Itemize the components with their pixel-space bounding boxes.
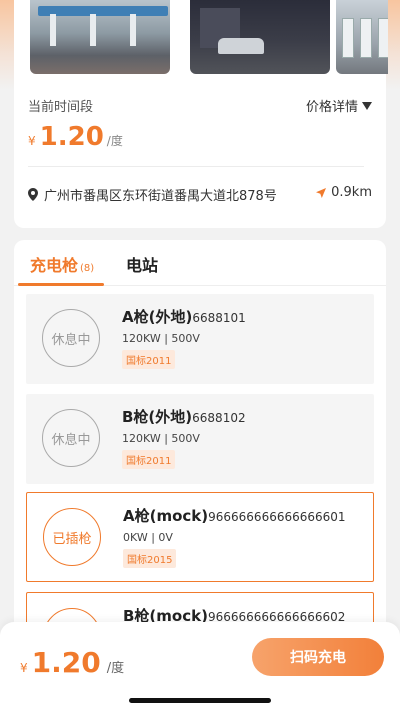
charger-standard-badge: 国标2011 [122, 450, 176, 469]
charger-code: 966666666666666601 [208, 510, 346, 524]
station-photos [30, 0, 388, 74]
tab-station[interactable]: 电站 [126, 252, 158, 276]
charger-standard-badge: 国标2015 [123, 549, 177, 568]
charger-spec: 0KW | 0V [123, 531, 173, 544]
bottom-price-currency: ¥ [20, 661, 28, 675]
distance-text: 0.9km [331, 185, 372, 200]
charger-item[interactable]: 休息中 B枪(外地)6688102 120KW | 500V 国标2011 [26, 394, 374, 484]
charger-code: 6688102 [192, 411, 246, 425]
address-text: 广州市番禺区东环街道番禺大道北878号 [44, 189, 277, 204]
bottom-price-unit: /度 [106, 661, 125, 676]
scan-charge-button[interactable]: 扫码充电 [252, 638, 384, 676]
tab-chargers-label: 充电枪 [30, 256, 79, 275]
location-pin-icon [28, 188, 38, 201]
station-address[interactable]: 广州市番禺区东环街道番禺大道北878号 [28, 185, 277, 204]
charger-standard-badge: 国标2011 [122, 350, 176, 369]
charger-name-text: A枪(外地) [122, 308, 193, 326]
charger-spec: 120KW | 500V [122, 432, 200, 445]
tab-chargers[interactable]: 充电枪 (8) [30, 252, 94, 276]
navigation-arrow-icon [316, 187, 327, 198]
price-detail-label: 价格详情 [305, 100, 358, 115]
charger-name: B枪(外地)6688102 [122, 406, 246, 427]
bottom-action-bar: ¥ 1.20 /度 扫码充电 [0, 622, 400, 710]
charger-status: 休息中 [42, 309, 100, 367]
bottom-price: ¥ 1.20 /度 [20, 646, 124, 679]
price-value: 1.20 [39, 122, 104, 152]
charger-status: 休息中 [42, 409, 100, 467]
bottom-price-value: 1.20 [31, 646, 101, 679]
charger-item[interactable]: 休息中 A枪(外地)6688101 120KW | 500V 国标2011 [26, 294, 374, 384]
home-indicator[interactable] [129, 698, 271, 703]
price-unit: /度 [106, 134, 123, 148]
caret-down-icon [362, 101, 372, 110]
divider [28, 166, 364, 167]
charger-spec: 120KW | 500V [122, 332, 200, 345]
charger-name: A枪(mock)966666666666666601 [123, 505, 346, 526]
current-period-label: 当前时间段 [28, 100, 94, 115]
station-photo-1[interactable] [30, 0, 170, 74]
station-photo-3[interactable] [336, 0, 388, 74]
charger-name-text: B枪(外地) [122, 408, 193, 426]
price-currency: ¥ [28, 134, 36, 148]
navigate-distance[interactable]: 0.9km [316, 185, 372, 200]
charger-item[interactable]: 已插枪 A枪(mock)966666666666666601 0KW | 0V … [26, 492, 374, 582]
tab-chargers-count: (8) [80, 263, 95, 274]
station-photo-2[interactable] [190, 0, 330, 74]
charger-name-text: A枪(mock) [123, 507, 209, 525]
charger-name: A枪(外地)6688101 [122, 306, 246, 327]
charger-code: 6688101 [192, 311, 246, 325]
price-detail-toggle[interactable]: 价格详情 [306, 96, 372, 115]
active-tab-indicator [18, 283, 104, 286]
tab-bar: 充电枪 (8) 电站 [14, 240, 386, 286]
current-price: ¥ 1.20 /度 [28, 122, 123, 152]
charger-status: 已插枪 [43, 508, 101, 566]
